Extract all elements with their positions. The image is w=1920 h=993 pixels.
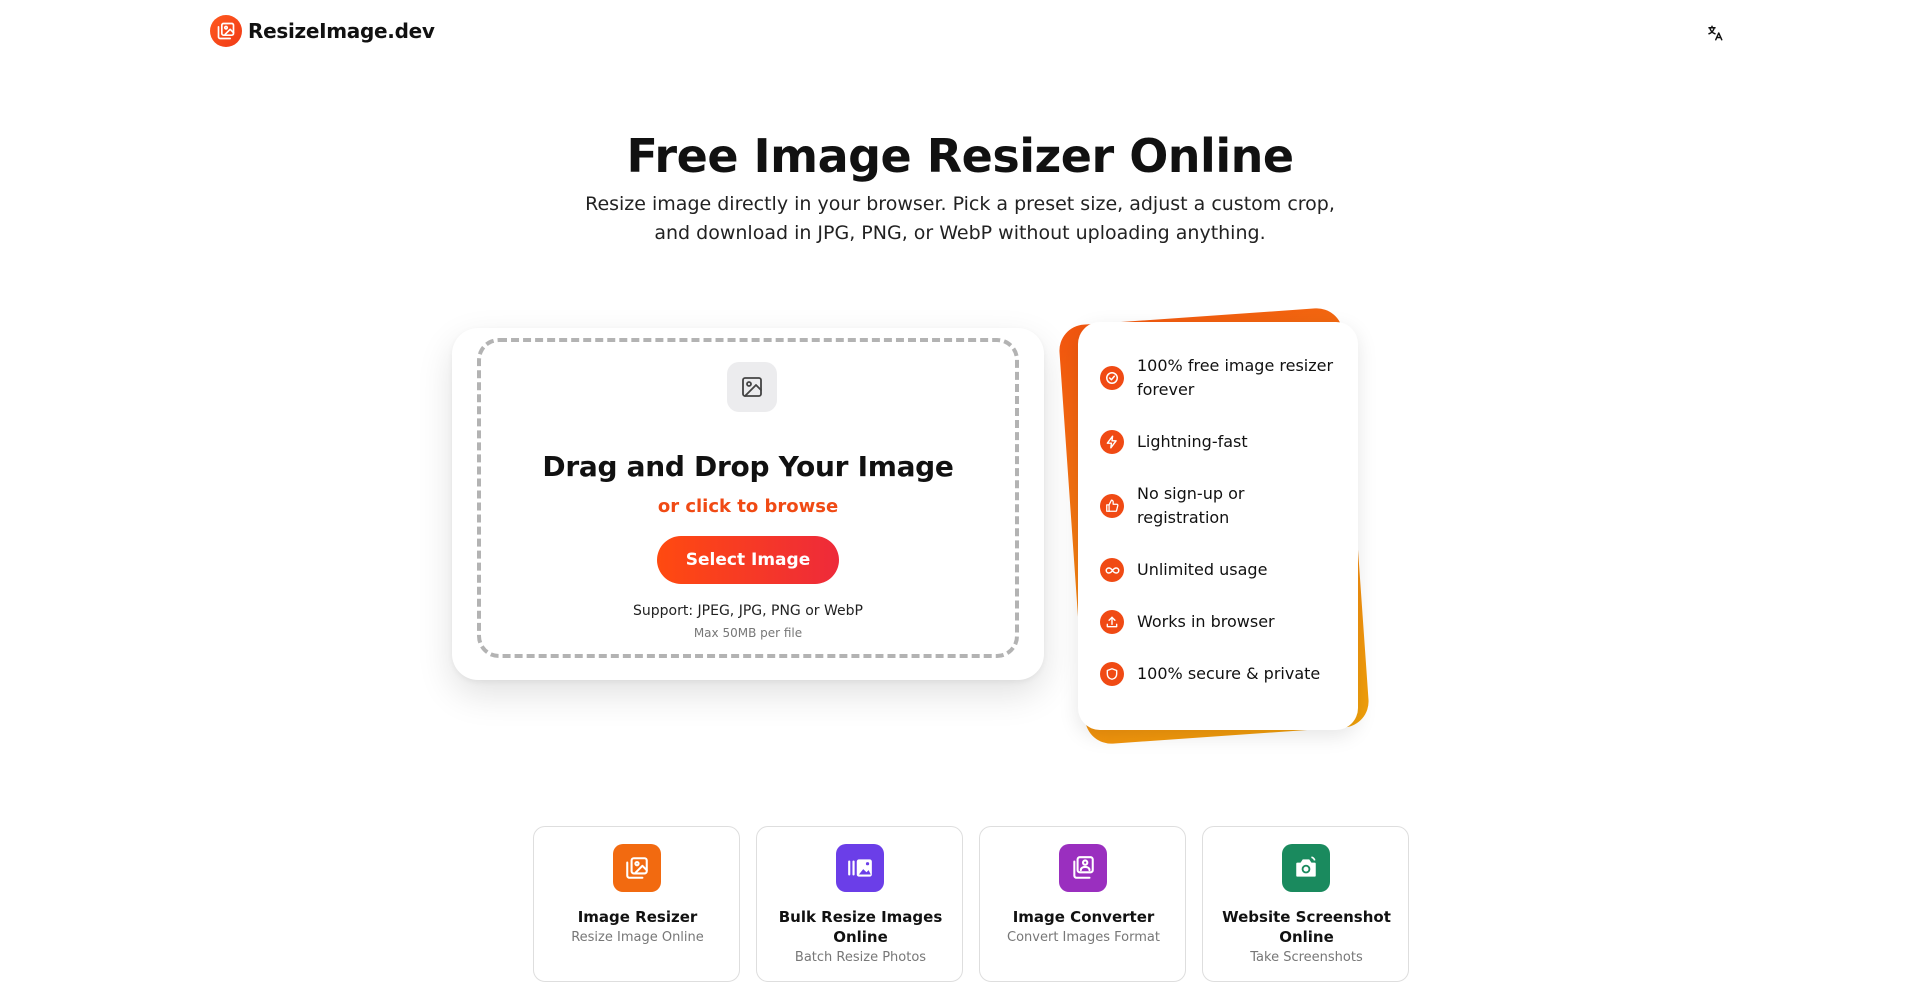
shield-icon bbox=[1100, 662, 1124, 686]
lightning-icon bbox=[1100, 430, 1124, 454]
tool-card-website-screenshot[interactable]: Website Screenshot Online Take Screensho… bbox=[1202, 826, 1409, 982]
feature-label: No sign-up or registration bbox=[1137, 484, 1245, 527]
upload-card: Drag and Drop Your Image or click to bro… bbox=[452, 328, 1044, 680]
features-list: 100% free image resizer forever Lightnin… bbox=[1100, 354, 1340, 686]
translate-icon bbox=[1708, 25, 1723, 41]
page-subtitle: Resize image directly in your browser. P… bbox=[585, 193, 1335, 244]
infinity-icon bbox=[1100, 558, 1124, 582]
max-file-size: Max 50MB per file bbox=[693, 626, 803, 640]
feature-item: Works in browser bbox=[1100, 610, 1340, 634]
feature-label: 100% free image resizer forever bbox=[1137, 356, 1334, 399]
tool-description: Take Screenshots bbox=[1250, 950, 1363, 965]
thumbs-up-icon bbox=[1100, 494, 1124, 518]
select-image-button[interactable]: Select Image bbox=[657, 536, 839, 584]
feature-item: No sign-up or registration bbox=[1100, 482, 1340, 530]
features-panel: 100% free image resizer forever Lightnin… bbox=[1057, 300, 1380, 750]
feature-label: Works in browser bbox=[1137, 612, 1275, 631]
tools-grid: Image Resizer Resize Image Online Bulk R… bbox=[533, 826, 1409, 982]
tool-description: Resize Image Online bbox=[571, 930, 704, 945]
logo-text: ResizeImage.dev bbox=[248, 19, 435, 43]
resize-icon bbox=[613, 844, 661, 892]
upload-icon bbox=[1100, 610, 1124, 634]
convert-icon bbox=[1059, 844, 1107, 892]
camera-icon bbox=[1282, 844, 1330, 892]
logo-icon bbox=[210, 15, 242, 47]
image-icon bbox=[727, 362, 777, 412]
feature-item: Lightning-fast bbox=[1100, 430, 1340, 454]
tool-card-image-converter[interactable]: Image Converter Convert Images Format bbox=[979, 826, 1186, 982]
feature-item: Unlimited usage bbox=[1100, 558, 1340, 582]
tool-card-image-resizer[interactable]: Image Resizer Resize Image Online bbox=[533, 826, 740, 982]
tool-description: Convert Images Format bbox=[1007, 930, 1160, 945]
feature-label: Unlimited usage bbox=[1137, 560, 1268, 579]
supported-formats: Support: JPEG, JPG, PNG or WebP bbox=[633, 603, 863, 619]
language-button[interactable] bbox=[1702, 20, 1728, 46]
features-card: 100% free image resizer forever Lightnin… bbox=[1078, 322, 1358, 730]
tool-name: Bulk Resize Images Online Batch Resize P… bbox=[767, 907, 954, 966]
logo-link[interactable]: ResizeImage.dev bbox=[210, 15, 435, 47]
check-circle-icon bbox=[1100, 366, 1124, 390]
browse-link[interactable]: or click to browse bbox=[481, 496, 1015, 517]
feature-label: Lightning-fast bbox=[1137, 432, 1248, 451]
tool-title: Image Converter bbox=[1012, 908, 1155, 926]
tool-card-bulk-resize[interactable]: Bulk Resize Images Online Batch Resize P… bbox=[756, 826, 963, 982]
feature-item: 100% free image resizer forever bbox=[1100, 354, 1340, 402]
site-header: ResizeImage.dev bbox=[0, 0, 1920, 64]
page-title: Free Image Resizer Online bbox=[626, 129, 1294, 183]
tool-description: Batch Resize Photos bbox=[794, 950, 927, 965]
tool-title: Bulk Resize Images Online bbox=[778, 908, 943, 946]
feature-label: 100% secure & private bbox=[1137, 664, 1321, 683]
tool-name: Website Screenshot Online Take Screensho… bbox=[1213, 907, 1400, 966]
dropzone[interactable]: Drag and Drop Your Image or click to bro… bbox=[477, 338, 1019, 658]
gallery-icon bbox=[836, 844, 884, 892]
dropzone-title: Drag and Drop Your Image bbox=[542, 450, 954, 483]
tool-title: Website Screenshot Online bbox=[1222, 908, 1391, 946]
tool-name: Image Converter Convert Images Format bbox=[990, 907, 1177, 946]
feature-item: 100% secure & private bbox=[1100, 662, 1340, 686]
tool-title: Image Resizer bbox=[577, 908, 698, 926]
tool-name: Image Resizer Resize Image Online bbox=[544, 907, 731, 946]
